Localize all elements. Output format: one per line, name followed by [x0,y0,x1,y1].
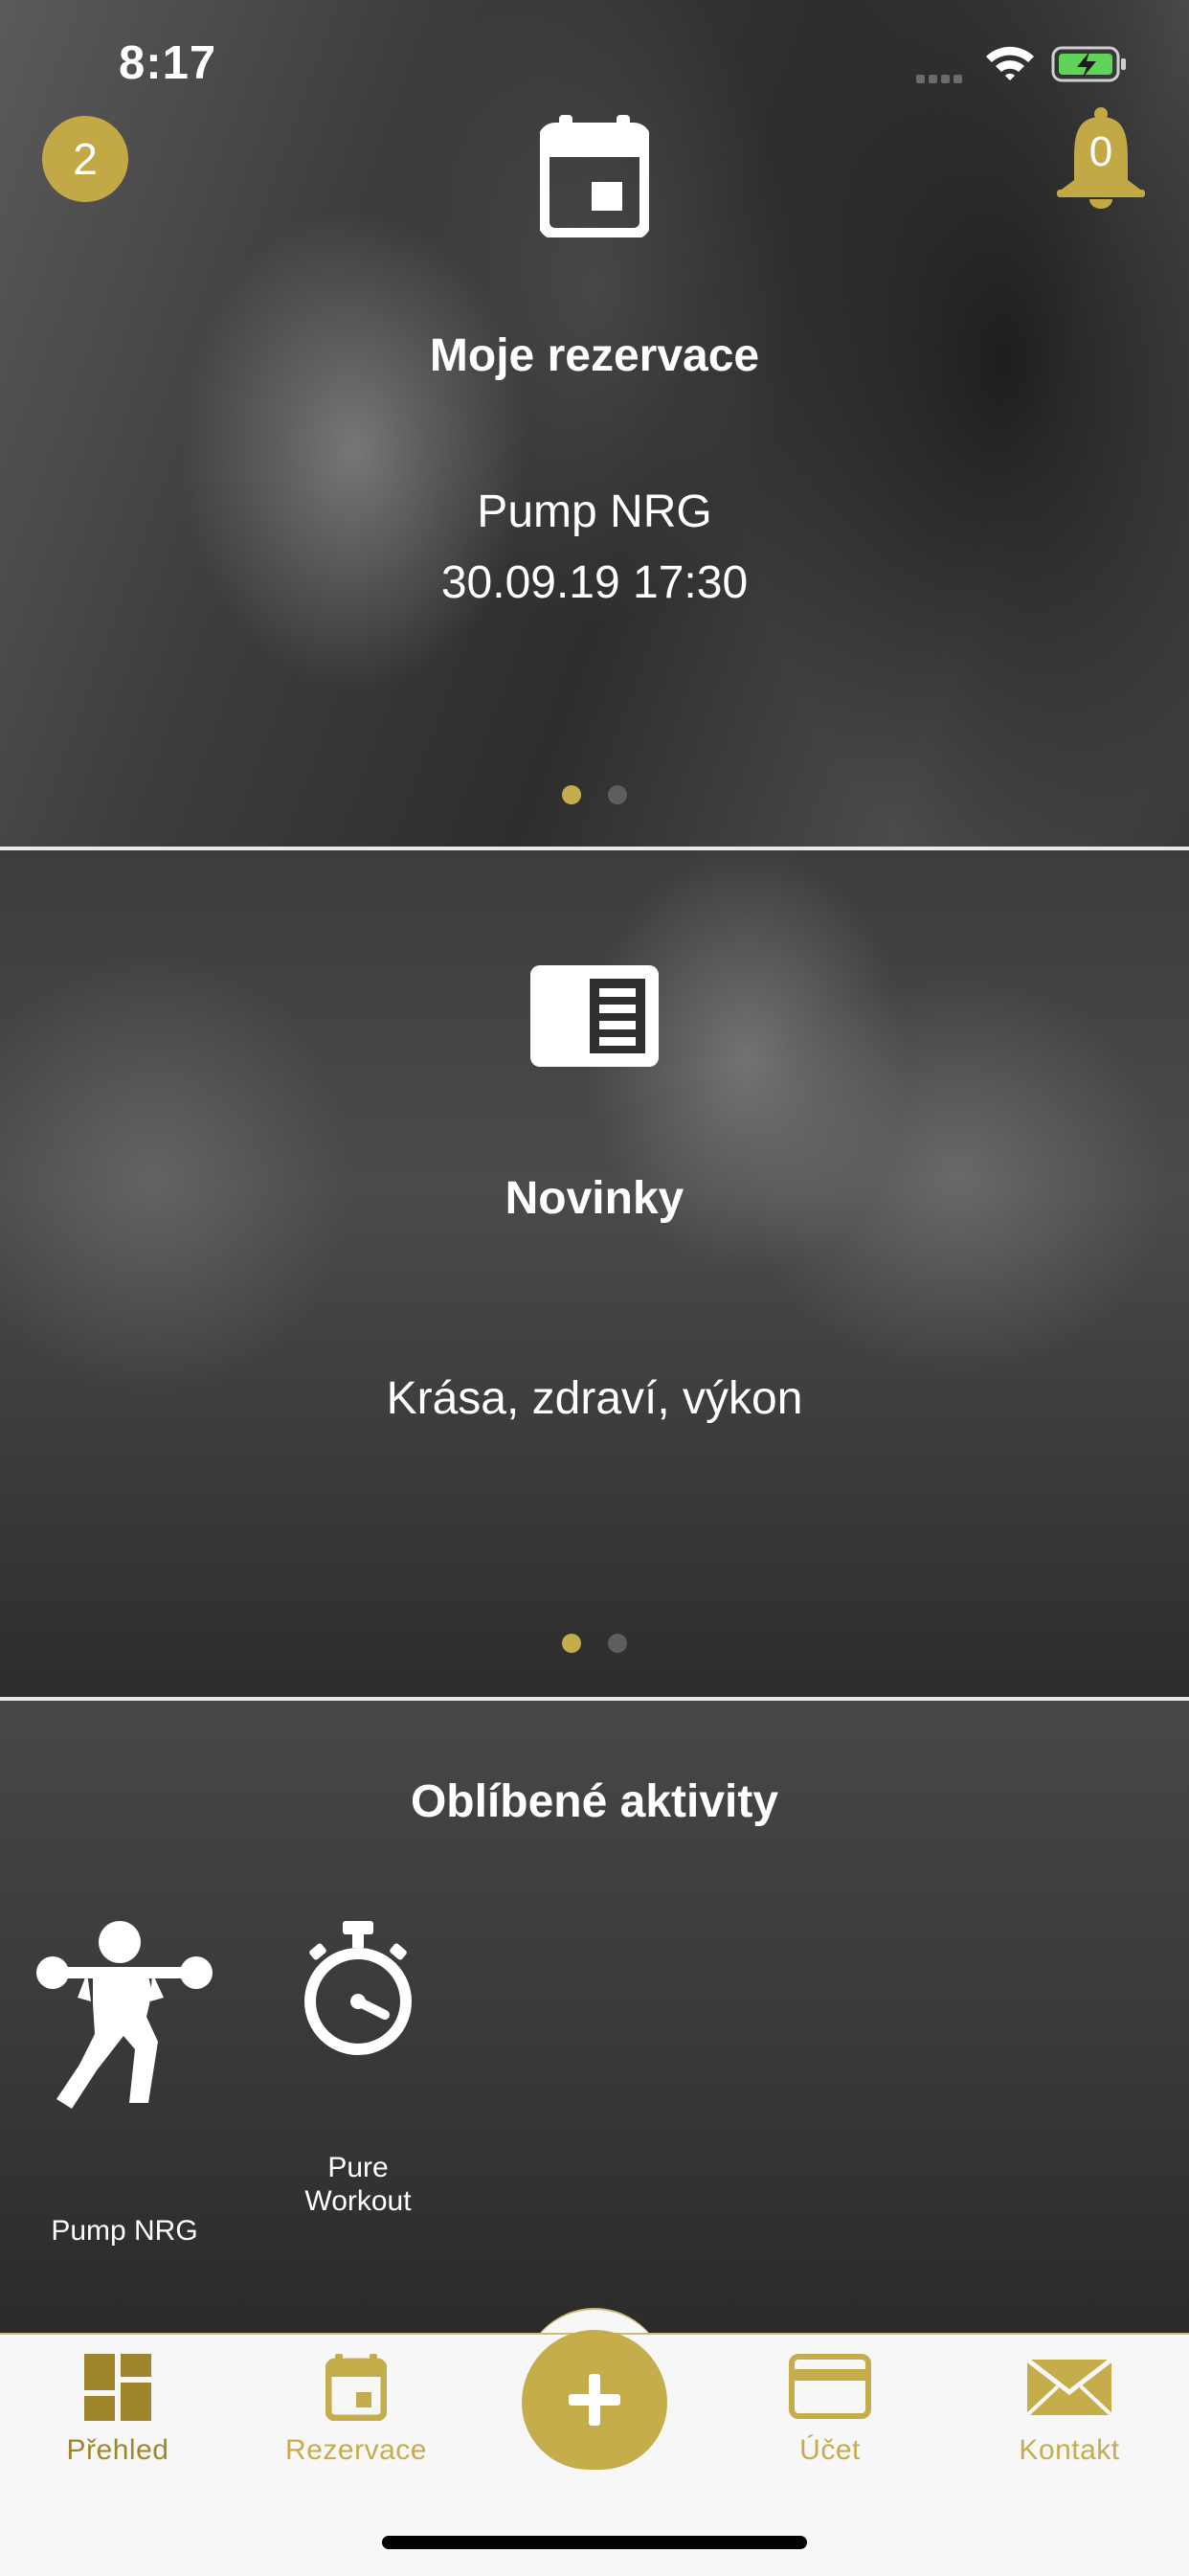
page-dot-2[interactable] [608,1634,627,1653]
favorites-title: Oblíbené aktivity [410,1776,779,1827]
cellular-signal-icon [916,71,966,88]
reservation-activity: Pump NRG [477,486,712,537]
stopwatch-icon [304,1921,412,2055]
page-dot-2[interactable] [608,785,627,804]
calendar-icon [325,2354,387,2421]
news-panel[interactable]: Novinky Krása, zdraví, výkon [0,850,1189,1697]
news-page-indicator[interactable] [0,1634,1189,1653]
weightlifter-icon [36,1921,213,2109]
notifications-count: 0 [1088,128,1113,175]
calendar-icon [538,115,651,239]
favorite-item-pure-workout[interactable]: Pure Workout [243,1921,473,2217]
reservations-page-indicator[interactable] [0,785,1189,804]
news-title: Novinky [505,1173,684,1224]
tab-kontakt[interactable]: Kontakt [954,2354,1184,2467]
battery-icon [1051,46,1128,89]
credit-card-icon [789,2354,871,2419]
tab-label: Kontakt [1019,2434,1120,2466]
tab-label: Rezervace [285,2434,427,2466]
envelope-icon [1025,2358,1113,2417]
favorite-label-line2: Workout [304,2185,412,2217]
wifi-icon [984,44,1036,87]
tab-label: Účet [799,2434,861,2466]
home-indicator [382,2536,807,2549]
favorite-label-line1: Pure [327,2152,389,2183]
page-dot-1[interactable] [562,1634,581,1653]
page-dot-1[interactable] [562,785,581,804]
newspaper-icon [530,965,659,1067]
tab-ucet[interactable]: Účet [715,2354,945,2467]
tab-rezervace[interactable]: Rezervace [241,2354,471,2467]
plus-icon [569,2374,620,2426]
reservations-count-badge[interactable]: 2 [42,116,128,202]
reservations-panel[interactable]: Moje rezervace Pump NRG 30.09.19 17:30 [0,0,1189,847]
status-time: 8:17 [119,37,217,89]
favorite-activities-section: Oblíbené aktivity Pump NRG Pure Workout [0,1701,1189,2333]
favorite-label: Pump NRG [51,2215,198,2247]
dashboard-icon [84,2354,151,2421]
news-headline: Krása, zdraví, výkon [386,1373,803,1424]
reservations-title: Moje rezervace [429,330,760,381]
favorite-item-pump-nrg[interactable]: Pump NRG [10,1921,239,2247]
tab-label: Přehled [66,2434,169,2466]
reservation-datetime: 30.09.19 17:30 [440,557,749,608]
tab-prehled[interactable]: Přehled [3,2354,233,2467]
add-button[interactable] [522,2330,667,2470]
